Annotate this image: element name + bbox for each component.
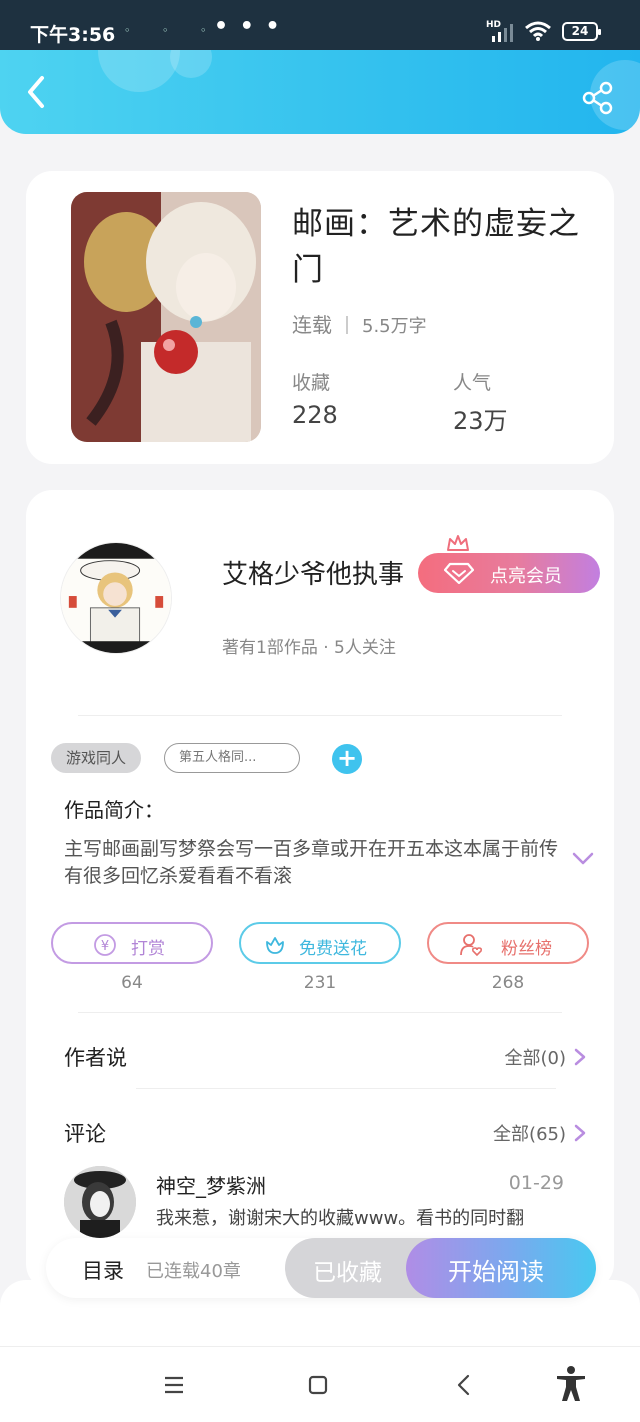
start-reading-button[interactable]: 开始阅读 xyxy=(406,1238,596,1298)
expand-chevron-icon[interactable] xyxy=(572,852,594,866)
battery-icon: 24 xyxy=(562,22,601,41)
divider xyxy=(78,715,562,716)
divider xyxy=(78,1012,562,1013)
notification-icons: ◦ ◦ ◦ xyxy=(124,24,221,37)
home-square-icon[interactable] xyxy=(302,1369,334,1401)
tag-game-fanfic[interactable]: 游戏同人 xyxy=(51,743,142,773)
status-time: 下午3:56 xyxy=(30,24,116,46)
menu-icon[interactable] xyxy=(158,1369,190,1401)
decor-bubble xyxy=(98,50,180,92)
vip-button[interactable]: 点亮会员 xyxy=(418,553,600,593)
author-stats: 著有1部作品 · 5人关注 xyxy=(222,638,396,658)
author-name[interactable]: 艾格少爷他执事 xyxy=(222,554,404,591)
flower-icon xyxy=(266,937,284,954)
popularity-value: 23万 xyxy=(453,407,508,435)
fan-heart-icon xyxy=(460,934,483,957)
fan-rank-label: 粉丝榜 xyxy=(501,939,552,959)
collected-label: 已收藏 xyxy=(313,1260,382,1286)
share-button[interactable] xyxy=(580,80,616,116)
divider xyxy=(136,1088,556,1089)
book-cover-image[interactable] xyxy=(71,192,261,442)
decor-bubble xyxy=(170,50,212,78)
start-reading-label: 开始阅读 xyxy=(448,1258,544,1286)
chapter-count: 已连载40章 xyxy=(146,1261,241,1282)
intro-text: 主写邮画副写梦祭会写一百多章或开在开五本这本属于前传有很多回忆杀爱看看不看滚 xyxy=(64,838,559,887)
wifi-icon xyxy=(525,21,551,41)
book-info-card: 邮画：艺术的虚妄之门 连载 5.5万字 收藏 228 人气 23万 xyxy=(26,171,614,464)
commenter-name[interactable]: 神空_梦紫洲 xyxy=(156,1170,266,1199)
comments-all-link[interactable]: 全部(65) xyxy=(493,1120,586,1146)
popularity-label: 人气 xyxy=(453,372,492,394)
crown-icon xyxy=(447,535,469,551)
status-bar: 下午3:56 ◦ ◦ ◦ • • • HD 24 xyxy=(0,0,640,50)
system-nav-bar xyxy=(0,1346,640,1422)
author-says-title: 作者说 xyxy=(64,1046,127,1070)
tag-identity-v-fanfic[interactable]: 第五人格同... xyxy=(164,743,300,773)
book-meta: 连载 5.5万字 xyxy=(292,309,427,338)
send-flower-button[interactable]: 免费送花 xyxy=(239,922,401,964)
comment-date: 01-29 xyxy=(508,1172,564,1194)
author-avatar[interactable] xyxy=(60,542,172,654)
svg-text:¥: ¥ xyxy=(101,939,109,954)
reward-button[interactable]: ¥ 打赏 xyxy=(51,922,213,964)
chevron-right-icon xyxy=(574,1048,586,1066)
read-action-bar: 目录 已连载40章 已收藏 开始阅读 xyxy=(46,1238,596,1298)
top-app-bar xyxy=(0,50,640,134)
send-flower-label: 免费送花 xyxy=(299,939,367,959)
author-says-all-label: 全部(0) xyxy=(504,1048,567,1069)
yen-coin-icon: ¥ xyxy=(94,934,116,956)
more-notifications-icon: • • • xyxy=(214,14,282,39)
back-nav-icon[interactable] xyxy=(448,1369,480,1401)
back-button[interactable] xyxy=(18,70,58,114)
toc-button[interactable]: 目录 xyxy=(82,1255,124,1285)
reward-label: 打赏 xyxy=(131,939,165,959)
book-status: 连载 xyxy=(292,313,332,337)
diamond-icon xyxy=(444,562,474,584)
fan-rank-button[interactable]: 粉丝榜 xyxy=(427,922,589,964)
book-word-count: 5.5万字 xyxy=(362,316,427,337)
flower-count: 231 xyxy=(303,973,337,993)
favorites-value: 228 xyxy=(292,401,338,429)
meta-divider xyxy=(346,316,348,334)
vip-button-label: 点亮会员 xyxy=(490,566,562,587)
reward-count: 64 xyxy=(121,973,143,993)
intro-title: 作品简介： xyxy=(64,798,164,822)
chevron-right-icon xyxy=(574,1124,586,1142)
fan-count: 268 xyxy=(491,973,525,993)
signal-icon xyxy=(492,24,513,42)
accessibility-icon[interactable] xyxy=(554,1365,588,1403)
author-says-all-link[interactable]: 全部(0) xyxy=(505,1044,587,1070)
favorites-label: 收藏 xyxy=(292,372,331,394)
book-title: 邮画：艺术的虚妄之门 xyxy=(292,206,580,288)
add-tag-button[interactable]: + xyxy=(332,744,362,774)
comments-title: 评论 xyxy=(64,1122,106,1146)
comments-all-label: 全部(65) xyxy=(493,1124,566,1145)
commenter-avatar[interactable] xyxy=(64,1166,136,1238)
detail-card: 艾格少爷他执事 点亮会员 著有1部作品 · 5人关注 游戏同人 第五人格同...… xyxy=(26,490,614,1290)
